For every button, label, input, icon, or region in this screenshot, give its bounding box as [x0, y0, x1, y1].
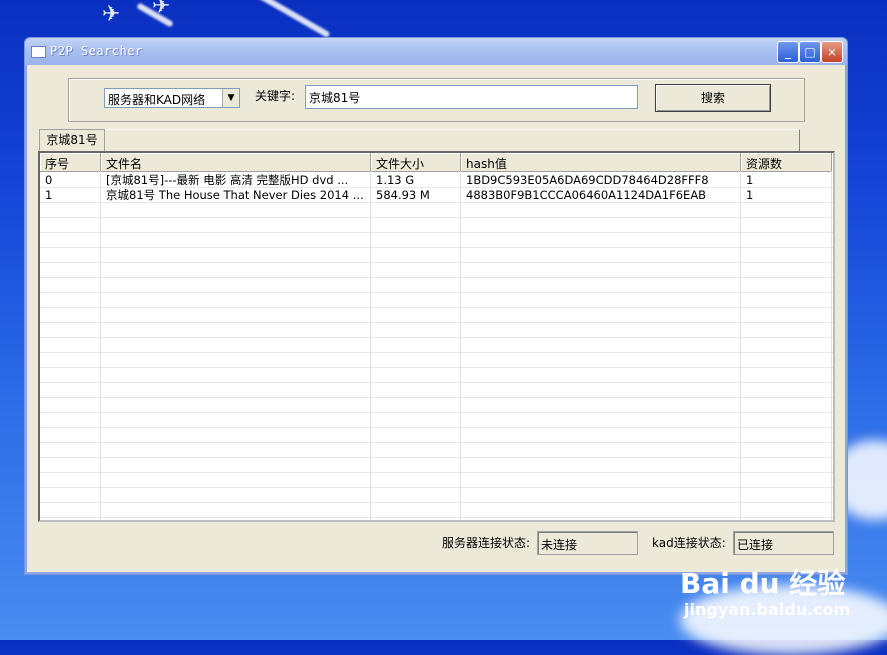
keyword-input[interactable]: 京城81号 [305, 85, 638, 109]
grid-line [40, 322, 833, 323]
grid-line [40, 262, 833, 263]
grid-line [40, 472, 833, 473]
cell-sources: 1 [746, 173, 754, 187]
maximize-button[interactable]: □ [799, 41, 821, 63]
server-status-value: 未连接 [541, 538, 578, 552]
watermark-logo: Bai du 经验 [680, 567, 846, 600]
kad-status-value: 已连接 [737, 538, 774, 552]
tab-result[interactable]: 京城81号 [39, 129, 105, 151]
grid-line [40, 337, 833, 338]
grid-line [100, 171, 101, 520]
server-status-field: 未连接 [537, 531, 638, 555]
kad-status-field: 已连接 [733, 531, 834, 555]
grid-line [40, 427, 833, 428]
column-header-label: hash值 [466, 157, 507, 171]
cell-size: 584.93 M [376, 188, 430, 202]
network-select-value: 服务器和KAD网络 [108, 93, 206, 107]
grid-line [40, 457, 833, 458]
column-header-label: 文件名 [106, 157, 143, 171]
results-table[interactable]: 序号 文件名 文件大小 hash值 资源数 0 [京城81号]---最新 电影 … [38, 151, 835, 522]
grid-line [40, 487, 833, 488]
column-header-sources[interactable]: 资源数 [741, 153, 832, 172]
title-bar[interactable]: P2P Searcher _ □ × [25, 38, 847, 65]
column-header-size[interactable]: 文件大小 [371, 153, 461, 172]
grid-line [40, 502, 833, 503]
keyword-label: 关键字: [255, 89, 296, 103]
kad-status-label: kad连接状态: [652, 536, 726, 550]
airplane-icon: ✈ [102, 2, 121, 27]
airplane-icon: ✈ [152, 0, 171, 19]
window-title: P2P Searcher [50, 44, 143, 58]
grid-line [40, 442, 833, 443]
grid-line [40, 412, 833, 413]
column-header-filename[interactable]: 文件名 [101, 153, 371, 172]
grid-line [40, 277, 833, 278]
main-window: P2P Searcher _ □ × 服务器和KAD网络 ▼ 关键字: 京城81… [24, 37, 848, 575]
server-status-label: 服务器连接状态: [442, 536, 531, 550]
grid-line [40, 247, 833, 248]
column-header-label: 序号 [45, 157, 70, 171]
cell-sources: 1 [746, 188, 754, 202]
cell-hash: 4883B0F9B1CCCA06460A1124DA1F6EAB [466, 188, 707, 202]
cell-size: 1.13 G [376, 173, 415, 187]
grid-line [40, 382, 833, 383]
search-button[interactable]: 搜索 [655, 84, 771, 112]
column-header-label: 文件大小 [376, 157, 425, 171]
watermark-url: jingyan.baidu.com [684, 600, 851, 619]
grid-line [40, 232, 833, 233]
grid-line [831, 171, 832, 520]
grid-line [460, 171, 461, 520]
keyword-input-value: 京城81号 [309, 91, 361, 105]
cell-hash: 1BD9C593E05A6DA69CDD78464D28FFF8 [466, 173, 709, 187]
grid-line [40, 367, 833, 368]
grid-line [370, 171, 371, 520]
cell-index: 0 [45, 173, 53, 187]
tab-strip [39, 129, 800, 151]
cell-index: 1 [45, 188, 53, 202]
cell-filename: 京城81号 The House That Never Dies 2014 ... [106, 188, 364, 202]
column-header-hash[interactable]: hash值 [461, 153, 741, 172]
chevron-down-icon[interactable]: ▼ [222, 89, 239, 107]
network-select[interactable]: 服务器和KAD网络 ▼ [104, 88, 240, 108]
grid-line [40, 307, 833, 308]
close-button[interactable]: × [821, 41, 843, 63]
app-icon [31, 46, 46, 58]
grid-line [40, 397, 833, 398]
contrail [249, 0, 331, 39]
grid-line [40, 217, 833, 218]
column-header-label: 资源数 [746, 157, 783, 171]
column-header-index[interactable]: 序号 [40, 153, 101, 172]
grid-line [40, 352, 833, 353]
grid-line [40, 292, 833, 293]
grid-line [740, 171, 741, 520]
grid-line [40, 517, 833, 518]
cell-filename: [京城81号]---最新 电影 高清 完整版HD dvd ... [106, 173, 349, 187]
minimize-button[interactable]: _ [777, 41, 799, 63]
